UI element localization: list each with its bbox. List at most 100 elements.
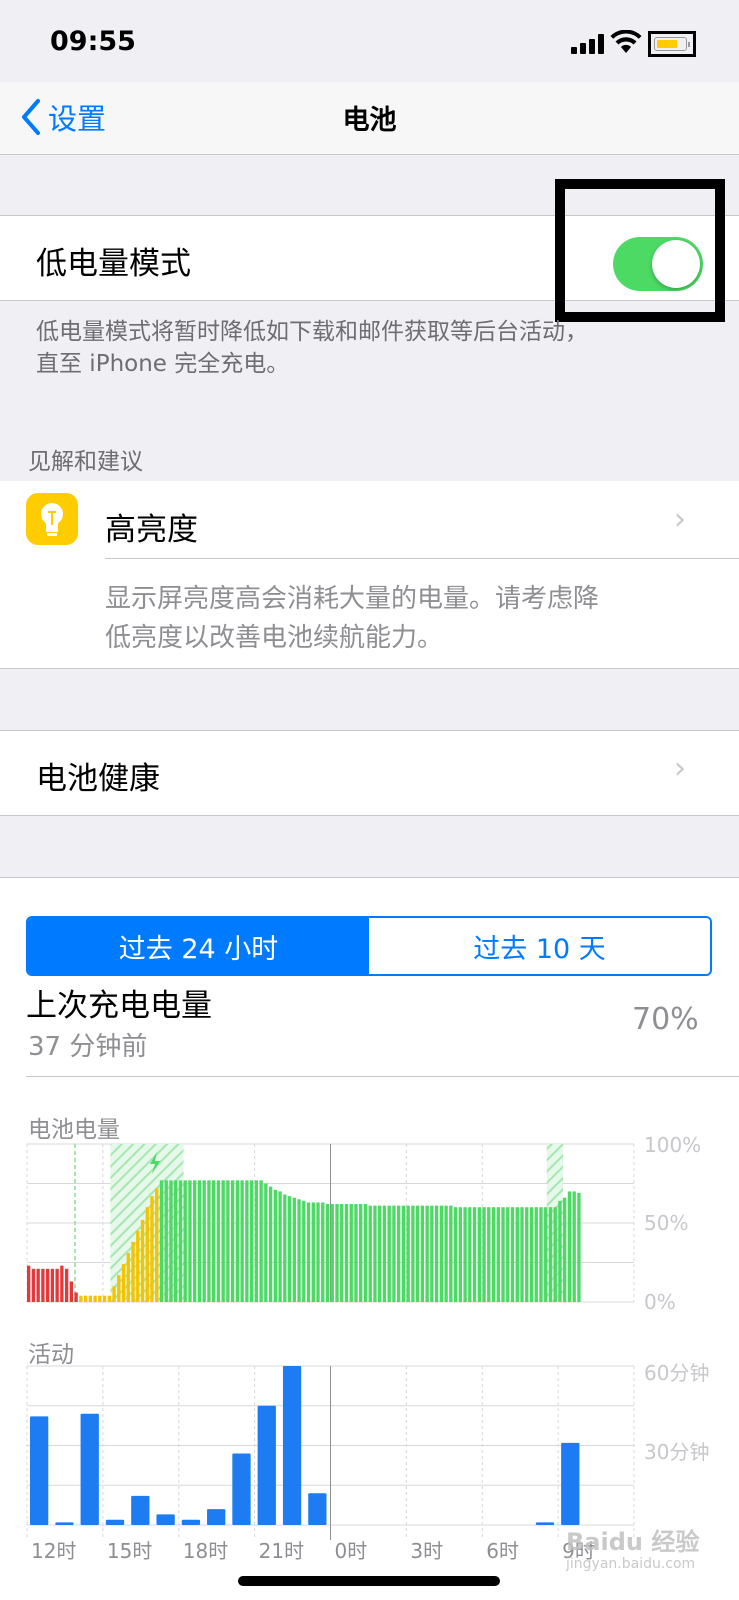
battery-bar <box>117 1275 121 1302</box>
battery-bar <box>278 1191 282 1302</box>
battery-bar <box>373 1205 377 1302</box>
battery-bar <box>169 1180 173 1302</box>
battery-bar <box>382 1205 387 1302</box>
x-tick-label: 15时 <box>106 1539 153 1563</box>
battery-bar <box>406 1205 410 1302</box>
battery-bar <box>102 1295 107 1302</box>
activity-bar <box>561 1442 580 1525</box>
battery-bar <box>468 1207 472 1302</box>
battery-bar <box>69 1281 74 1302</box>
segment-last-10-days[interactable]: 过去 10 天 <box>369 918 710 974</box>
battery-bar <box>178 1180 183 1302</box>
insight-title: 高亮度 <box>105 512 198 548</box>
battery-bar <box>226 1180 230 1302</box>
lightbulb-icon <box>26 493 78 545</box>
activity-bar <box>80 1413 99 1525</box>
battery-bar <box>193 1180 197 1302</box>
annotation-highlight-box <box>555 179 725 322</box>
battery-bar <box>378 1205 382 1302</box>
battery-bar <box>534 1207 538 1302</box>
battery-bar <box>472 1207 477 1302</box>
battery-bar <box>311 1202 315 1302</box>
last-charge-title: 上次充电电量 <box>26 988 212 1024</box>
battery-bar <box>558 1200 562 1302</box>
battery-bar <box>553 1207 557 1302</box>
x-tick-label: 6时 <box>486 1539 519 1563</box>
battery-bar <box>411 1205 415 1302</box>
battery-bar <box>363 1204 368 1302</box>
battery-bar <box>60 1265 64 1302</box>
battery-bar <box>164 1180 168 1302</box>
y-tick-label: 60分钟 <box>644 1361 710 1385</box>
battery-bar <box>126 1253 130 1302</box>
page-title: 电池 <box>342 105 397 136</box>
low-power-label: 低电量模式 <box>36 246 191 282</box>
battery-bar <box>55 1268 59 1302</box>
insight-description-2: 低亮度以改善电池续航能力。 <box>105 623 444 653</box>
battery-bar <box>221 1180 225 1302</box>
battery-bar <box>155 1188 159 1302</box>
battery-bar <box>330 1204 334 1302</box>
battery-bar <box>302 1200 306 1302</box>
battery-bar <box>444 1205 448 1302</box>
x-tick-label: 18时 <box>182 1539 229 1563</box>
battery-bar <box>487 1207 491 1302</box>
activity-bar <box>181 1519 201 1525</box>
status-time: 09:55 <box>50 26 136 57</box>
battery-bar <box>525 1207 529 1302</box>
battery-bar <box>529 1207 534 1302</box>
battery-bar <box>235 1180 240 1302</box>
battery-bar <box>401 1205 406 1302</box>
time-range-segmented-control: 过去 24 小时 过去 10 天 <box>26 916 712 976</box>
watermark-url: jingyan.baidu.com <box>566 1556 696 1572</box>
battery-bar <box>387 1205 391 1302</box>
home-indicator[interactable] <box>238 1576 500 1586</box>
battery-bar <box>392 1205 396 1302</box>
battery-bar <box>145 1207 149 1302</box>
battery-bar <box>174 1180 178 1302</box>
battery-bar <box>131 1241 135 1302</box>
battery-bar <box>434 1205 439 1302</box>
battery-bar <box>567 1191 572 1302</box>
battery-bar <box>344 1204 349 1302</box>
battery-bar <box>539 1207 543 1302</box>
battery-bar <box>316 1202 320 1302</box>
battery-bar <box>98 1295 102 1302</box>
battery-bar <box>520 1207 524 1302</box>
battery-bar <box>415 1205 420 1302</box>
battery-bar <box>64 1268 69 1302</box>
battery-bar <box>477 1207 481 1302</box>
activity-bar <box>282 1366 302 1525</box>
battery-bar <box>491 1207 496 1302</box>
cellular-signal-icon <box>571 34 605 54</box>
segment-last-24-hours[interactable]: 过去 24 小时 <box>28 918 369 974</box>
battery-bar <box>41 1268 45 1302</box>
battery-bar <box>420 1205 425 1302</box>
battery-bar <box>74 1292 78 1302</box>
y-tick-label: 0% <box>644 1290 676 1314</box>
battery-bar <box>510 1207 515 1302</box>
activity-chart <box>26 1365 635 1540</box>
x-tick-label: 12时 <box>31 1539 77 1563</box>
battery-bar <box>501 1207 505 1302</box>
battery-bar <box>340 1204 344 1302</box>
battery-bar <box>354 1204 358 1302</box>
wifi-icon <box>610 30 642 53</box>
battery-bar <box>515 1207 519 1302</box>
battery-bar <box>506 1207 510 1302</box>
battery-bar <box>273 1189 278 1302</box>
y-tick-label: 100% <box>644 1133 702 1157</box>
battery-bar <box>240 1180 244 1302</box>
battery-bar <box>259 1180 263 1302</box>
battery-bar <box>88 1295 93 1302</box>
battery-bar <box>321 1202 325 1302</box>
x-tick-label: 0时 <box>334 1539 368 1563</box>
x-tick-label: 3时 <box>410 1539 444 1563</box>
chevron-right-icon: › <box>674 751 686 786</box>
battery-bar <box>107 1295 111 1302</box>
battery-bar <box>136 1230 140 1302</box>
battery-bar <box>430 1205 434 1302</box>
battery-bar <box>368 1205 372 1302</box>
activity-bar <box>308 1493 327 1525</box>
battery-bar <box>212 1180 216 1302</box>
